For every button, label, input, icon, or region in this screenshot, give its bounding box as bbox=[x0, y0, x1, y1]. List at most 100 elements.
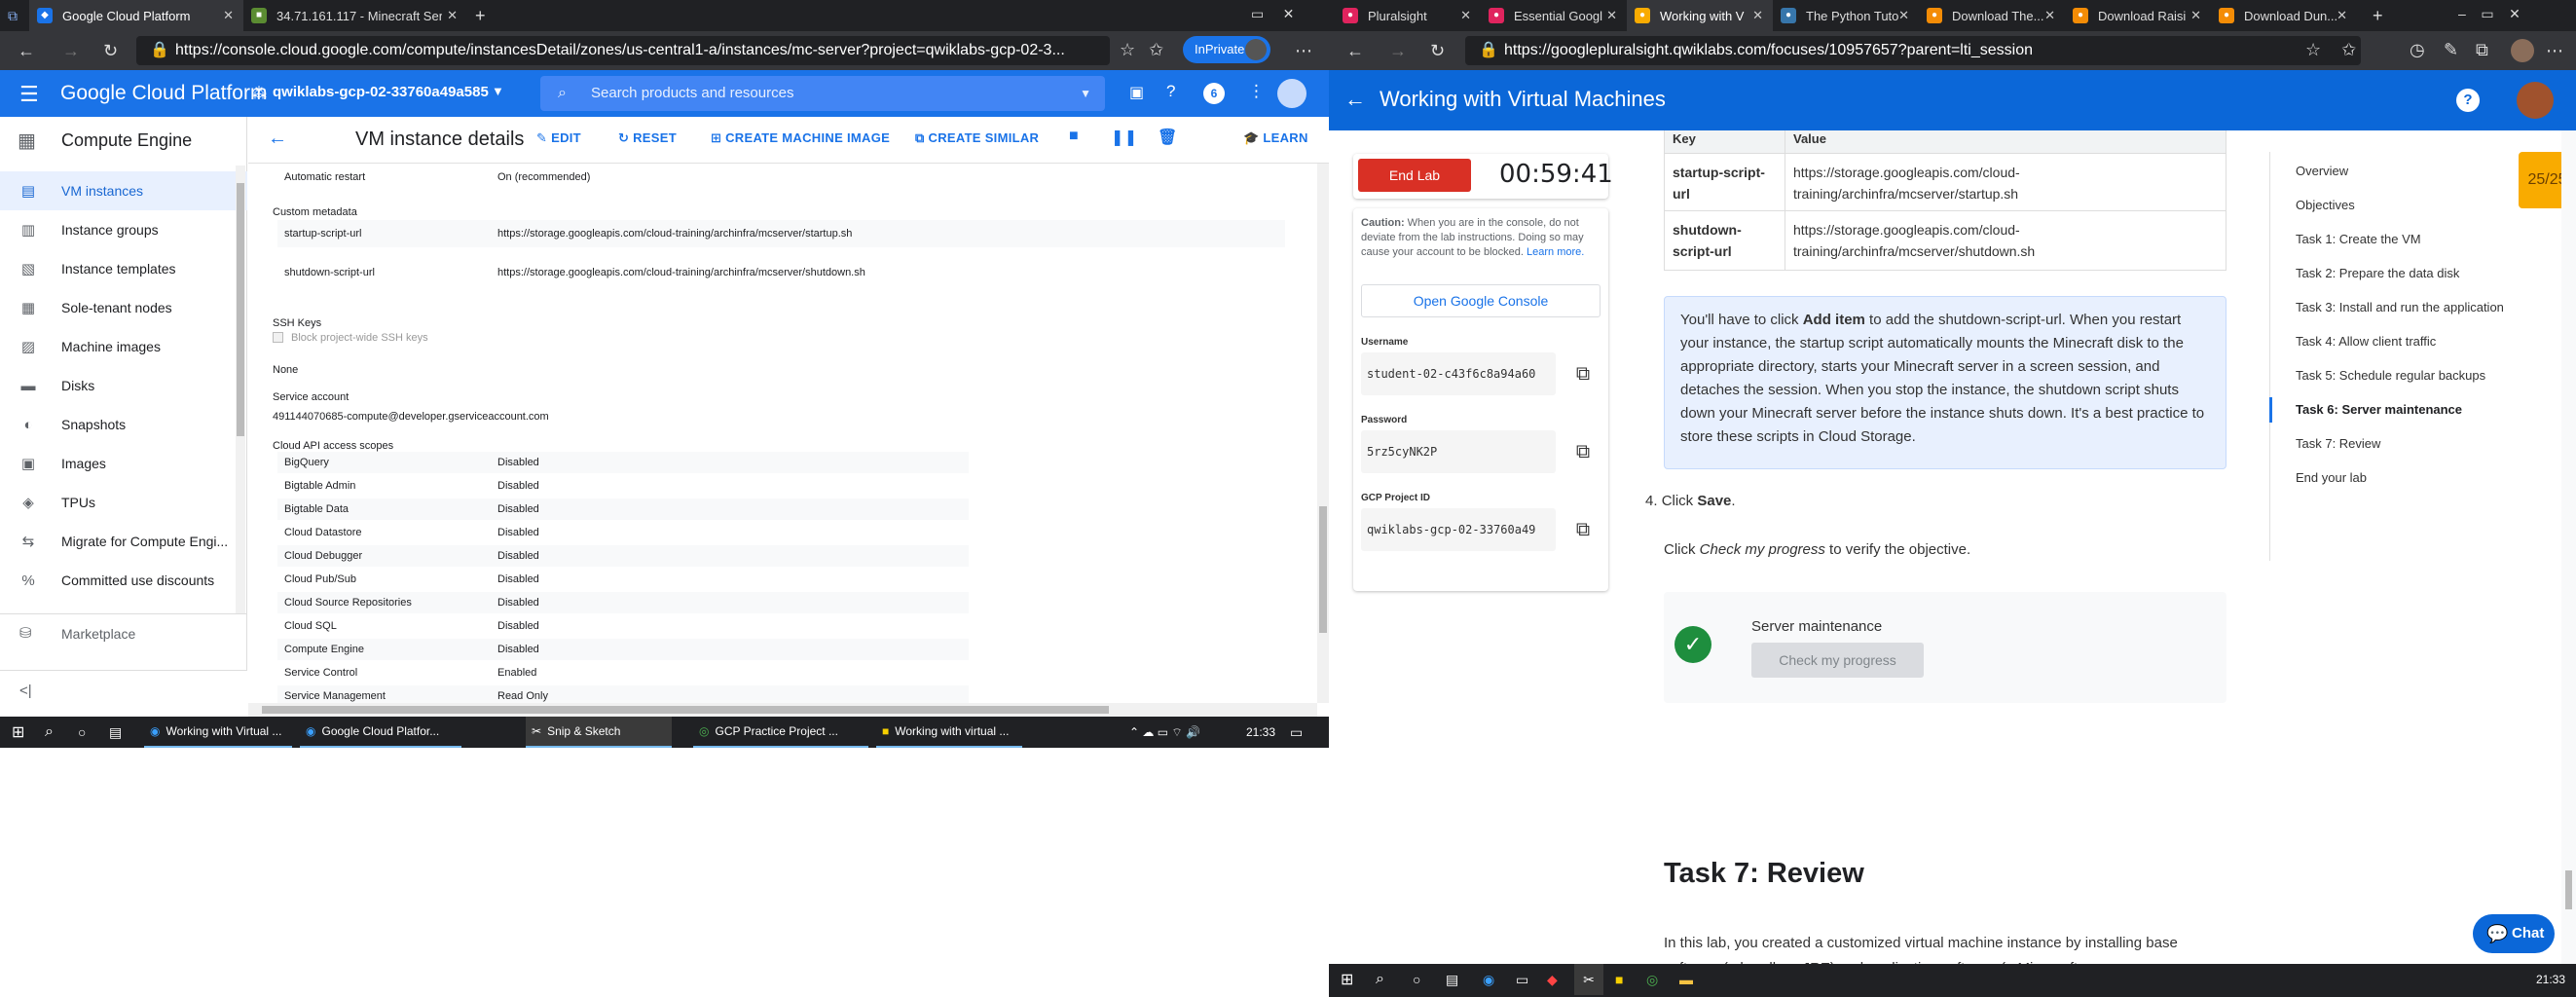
windows-start-icon[interactable]: ⊞ bbox=[12, 717, 24, 748]
browser-tab[interactable]: ● Download Raisi ✕ bbox=[2065, 0, 2211, 31]
new-tab-icon[interactable]: + bbox=[2373, 6, 2383, 26]
tab-minecraft[interactable]: ■ 34.71.161.117 - Minecraft Server ✕ bbox=[243, 0, 467, 31]
toc-item[interactable]: Task 6: Server maintenance bbox=[2296, 402, 2462, 417]
account-avatar[interactable] bbox=[1277, 79, 1306, 108]
main-horizontal-scrollbar[interactable] bbox=[248, 703, 1317, 717]
sidebar-item-marketplace[interactable]: ⛁ Marketplace bbox=[0, 613, 247, 652]
terminal-icon[interactable]: ▭ bbox=[1516, 964, 1528, 995]
close-icon[interactable]: ✕ bbox=[2337, 8, 2347, 23]
browser-tab[interactable]: ● Download Dun... ✕ bbox=[2211, 0, 2357, 31]
cortana-icon[interactable]: ○ bbox=[1413, 964, 1420, 995]
search-icon[interactable]: ⌕ bbox=[1376, 964, 1384, 995]
sidebar-item[interactable]: ▬ Disks bbox=[0, 366, 247, 405]
extension-icon-2[interactable]: ✎ bbox=[2444, 40, 2458, 59]
folder-icon[interactable]: ▬ bbox=[1679, 964, 1693, 995]
forward-icon[interactable]: → bbox=[62, 41, 80, 60]
main-vertical-scrollbar[interactable] bbox=[1317, 164, 1329, 703]
taskbar-item[interactable]: ◎ GCP Practice Project ... bbox=[693, 717, 868, 748]
scroll-thumb[interactable] bbox=[2565, 870, 2572, 909]
check-progress-button[interactable]: Check my progress bbox=[1751, 643, 1924, 678]
windows-start-icon[interactable]: ⊞ bbox=[1341, 964, 1353, 995]
more-icon[interactable]: ⋯ bbox=[2546, 41, 2563, 60]
tab-google-cloud[interactable]: ◆ Google Cloud Platform ✕ bbox=[29, 0, 243, 31]
more-vert-icon[interactable]: ⋮ bbox=[1248, 82, 1265, 101]
toc-item[interactable]: Task 5: Schedule regular backups bbox=[2296, 368, 2485, 383]
toc-item[interactable]: Overview bbox=[2296, 164, 2348, 178]
toc-item[interactable]: Objectives bbox=[2296, 198, 2355, 212]
forward-icon[interactable]: → bbox=[1389, 41, 1407, 60]
inprivate-badge[interactable]: InPrivate bbox=[1183, 36, 1270, 63]
notification-badge[interactable]: 6 bbox=[1203, 83, 1225, 104]
close-icon[interactable]: ✕ bbox=[1898, 8, 1909, 23]
create-machine-image-button[interactable]: ⊞ CREATE MACHINE IMAGE bbox=[711, 130, 890, 146]
favorites-icon[interactable]: ✩ bbox=[1149, 40, 1163, 59]
search-input[interactable]: ⌕ Search products and resources ▼ bbox=[540, 76, 1105, 111]
close-icon[interactable]: ✕ bbox=[1460, 8, 1471, 23]
refresh-icon[interactable]: ↻ bbox=[1430, 41, 1445, 60]
username-field[interactable]: student-02-c43f6c8a94a60 bbox=[1361, 352, 1556, 395]
copy-icon[interactable]: ⧉ bbox=[1562, 508, 1604, 551]
sidebar-item[interactable]: ▦ Sole-tenant nodes bbox=[0, 288, 247, 327]
close-icon[interactable]: ✕ bbox=[1606, 8, 1617, 23]
cortana-icon[interactable]: ○ bbox=[78, 717, 86, 748]
copy-icon[interactable]: ⧉ bbox=[1562, 430, 1604, 473]
stop-icon[interactable]: ■ bbox=[1069, 128, 1079, 145]
browser-tab[interactable]: ● Download The... ✕ bbox=[1919, 0, 2065, 31]
project-id-field[interactable]: qwiklabs-gcp-02-33760a49 bbox=[1361, 508, 1556, 551]
sidebar-item[interactable]: % Committed use discounts bbox=[0, 561, 247, 600]
sidebar-scrollbar[interactable] bbox=[236, 166, 245, 613]
open-console-button[interactable]: Open Google Console bbox=[1361, 284, 1601, 317]
collections-icon[interactable]: ⧉ bbox=[2476, 40, 2488, 59]
notifications-icon[interactable]: ▭ bbox=[1290, 717, 1303, 748]
sidebar-item[interactable]: ▨ Machine images bbox=[0, 327, 247, 366]
refresh-icon[interactable]: ↻ bbox=[103, 41, 118, 60]
profile-avatar[interactable] bbox=[2511, 39, 2534, 62]
more-icon[interactable]: ⋯ bbox=[1295, 41, 1312, 60]
extension-icon[interactable]: ◷ bbox=[2410, 40, 2425, 59]
scroll-thumb[interactable] bbox=[237, 183, 244, 436]
close-icon[interactable]: ✕ bbox=[2044, 8, 2055, 23]
browser-tab[interactable]: ● Essential Googl ✕ bbox=[1481, 0, 1627, 31]
hamburger-menu-icon[interactable]: ☰ bbox=[19, 82, 39, 107]
sidebar-item[interactable]: ▤ VM instances bbox=[0, 171, 247, 210]
sidebar-item[interactable]: ⇆ Migrate for Compute Engi... bbox=[0, 522, 247, 561]
sidebar-item[interactable]: ◐ Snapshots bbox=[0, 405, 247, 444]
collapse-sidebar[interactable]: <| bbox=[0, 670, 247, 717]
cloud-shell-icon[interactable]: ▣ bbox=[1129, 83, 1144, 102]
toc-item[interactable]: Task 7: Review bbox=[2296, 436, 2380, 451]
scroll-thumb[interactable] bbox=[1319, 506, 1327, 633]
sidebar-item[interactable]: ◈ TPUs bbox=[0, 483, 247, 522]
sidebar-item[interactable]: ▧ Instance templates bbox=[0, 249, 247, 288]
page-scrollbar[interactable] bbox=[2561, 130, 2576, 964]
browser-tab[interactable]: ● The Python Tuto ✕ bbox=[1773, 0, 1919, 31]
new-tab-icon[interactable]: + bbox=[475, 6, 486, 26]
taskbar-item[interactable]: ◉ Working with Virtual ... bbox=[144, 717, 292, 748]
close-icon[interactable]: ✕ bbox=[223, 8, 234, 23]
task-view-icon[interactable]: ▤ bbox=[109, 717, 122, 748]
scroll-thumb[interactable] bbox=[262, 706, 1109, 714]
favorites-icon[interactable]: ✩ bbox=[2341, 40, 2356, 59]
close-icon[interactable]: ✕ bbox=[2190, 8, 2201, 23]
close-icon[interactable]: ✕ bbox=[1752, 8, 1763, 23]
create-similar-button[interactable]: ⧉ CREATE SIMILAR bbox=[915, 130, 1039, 146]
learn-more-link[interactable]: Learn more. bbox=[1527, 246, 1584, 258]
password-field[interactable]: 5rz5cyNK2P bbox=[1361, 430, 1556, 473]
help-icon[interactable]: ? bbox=[2456, 89, 2480, 112]
edit-button[interactable]: ✎ EDIT bbox=[536, 130, 581, 146]
workspaces-icon[interactable]: ⧉ bbox=[8, 8, 18, 24]
chat-button[interactable]: 💬 Chat bbox=[2473, 914, 2555, 953]
snip-icon[interactable]: ✂ bbox=[1574, 964, 1603, 995]
chevron-down-icon[interactable]: ▼ bbox=[1080, 76, 1091, 111]
learn-button[interactable]: 🎓 LEARN bbox=[1243, 130, 1308, 146]
back-icon[interactable]: ← bbox=[18, 41, 35, 60]
star-icon[interactable]: ☆ bbox=[1120, 40, 1135, 59]
user-avatar[interactable] bbox=[2517, 82, 2554, 119]
system-tray-icons[interactable]: ⌃ ☁ ▭ ⌔ 🔊 bbox=[1129, 717, 1200, 748]
browser-tab[interactable]: ● Working with V ✕ bbox=[1627, 0, 1773, 31]
toc-item[interactable]: Task 1: Create the VM bbox=[2296, 232, 2421, 246]
end-lab-button[interactable]: End Lab bbox=[1358, 159, 1471, 192]
taskbar-item[interactable]: ✂ Snip & Sketch bbox=[526, 717, 672, 748]
url-bar[interactable]: 🔒 https://console.cloud.google.com/compu… bbox=[136, 36, 1110, 65]
star-icon[interactable]: ☆ bbox=[2305, 40, 2321, 59]
back-arrow-icon[interactable]: ← bbox=[268, 128, 287, 150]
